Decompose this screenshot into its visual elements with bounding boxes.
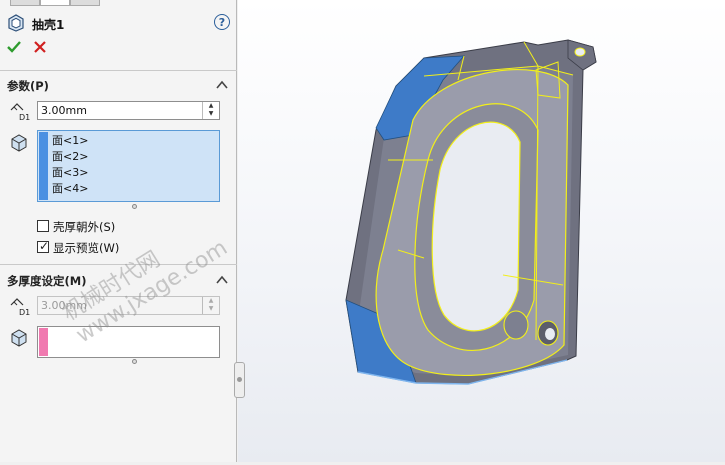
- thickness-spinner[interactable]: ▲ ▼: [202, 102, 219, 119]
- panel-resize-grip[interactable]: [234, 362, 245, 398]
- faces-to-remove-list[interactable]: 面<1> 面<2> 面<3> 面<4>: [37, 130, 220, 202]
- thickness-input[interactable]: 3.00mm ▲ ▼: [37, 101, 220, 120]
- help-icon[interactable]: ?: [214, 14, 230, 30]
- faces-list: 面<1> 面<2> 面<3> 面<4>: [52, 133, 217, 199]
- multi-thickness-input[interactable]: 3.00mm ▲ ▼: [37, 296, 220, 315]
- spin-up-icon[interactable]: ▲: [203, 297, 219, 305]
- cube-icon: [11, 134, 27, 152]
- graphics-viewport[interactable]: [238, 0, 725, 462]
- multi-faces-color-strip: [39, 328, 48, 356]
- check-icon[interactable]: [7, 40, 21, 54]
- shell-feature-icon: [8, 14, 24, 32]
- parameters-section-title: 参数(P): [7, 79, 49, 93]
- thickness-value: 3.00mm: [41, 104, 87, 117]
- checkbox-box[interactable]: [37, 220, 49, 232]
- resize-handle[interactable]: [132, 359, 137, 364]
- show-preview-label: 显示预览(W): [53, 241, 120, 255]
- list-item[interactable]: 面<3>: [52, 165, 217, 181]
- checkbox-box[interactable]: ✓: [37, 239, 50, 253]
- shell-part-model[interactable]: [238, 0, 725, 462]
- multi-thickness-section-title: 多厚度设定(M): [7, 274, 87, 288]
- checkmark-icon: ✓: [39, 239, 50, 253]
- faces-color-strip: [39, 132, 48, 200]
- multi-thickness-faces-list[interactable]: [37, 326, 220, 358]
- list-item[interactable]: 面<1>: [52, 133, 217, 149]
- d1-thickness-icon: D1: [10, 103, 30, 121]
- cube-icon: [11, 329, 27, 347]
- tab-config-manager[interactable]: [70, 0, 100, 6]
- feature-header: 抽壳1 ?: [6, 14, 234, 34]
- collapse-caret-icon[interactable]: [216, 80, 228, 90]
- x-icon[interactable]: [33, 40, 47, 54]
- grip-dot: [237, 377, 242, 382]
- multi-thickness-value: 3.00mm: [41, 299, 87, 312]
- divider: [0, 70, 237, 71]
- svg-text:D1: D1: [19, 308, 30, 316]
- feature-title: 抽壳1: [32, 18, 65, 32]
- property-manager-panel: 抽壳1 ? 参数(P) D1 3.00mm ▲ ▼ 面<1> 面<2> 面<3>…: [0, 0, 237, 462]
- shell-outward-label: 壳厚朝外(S): [53, 220, 116, 234]
- spin-up-icon[interactable]: ▲: [203, 102, 219, 110]
- resize-handle[interactable]: [132, 204, 137, 209]
- divider: [0, 264, 237, 265]
- d1-thickness-icon: D1: [10, 298, 30, 316]
- list-item[interactable]: 面<4>: [52, 181, 217, 197]
- panel-tabs: [0, 0, 237, 6]
- spin-down-icon[interactable]: ▼: [203, 305, 219, 313]
- spin-down-icon[interactable]: ▼: [203, 110, 219, 118]
- collapse-caret-icon[interactable]: [216, 275, 228, 285]
- svg-text:D1: D1: [19, 113, 30, 121]
- tab-property-manager[interactable]: [40, 0, 70, 6]
- tab-feature-manager[interactable]: [10, 0, 40, 6]
- multi-thickness-spinner[interactable]: ▲ ▼: [202, 297, 219, 314]
- list-item[interactable]: 面<2>: [52, 149, 217, 165]
